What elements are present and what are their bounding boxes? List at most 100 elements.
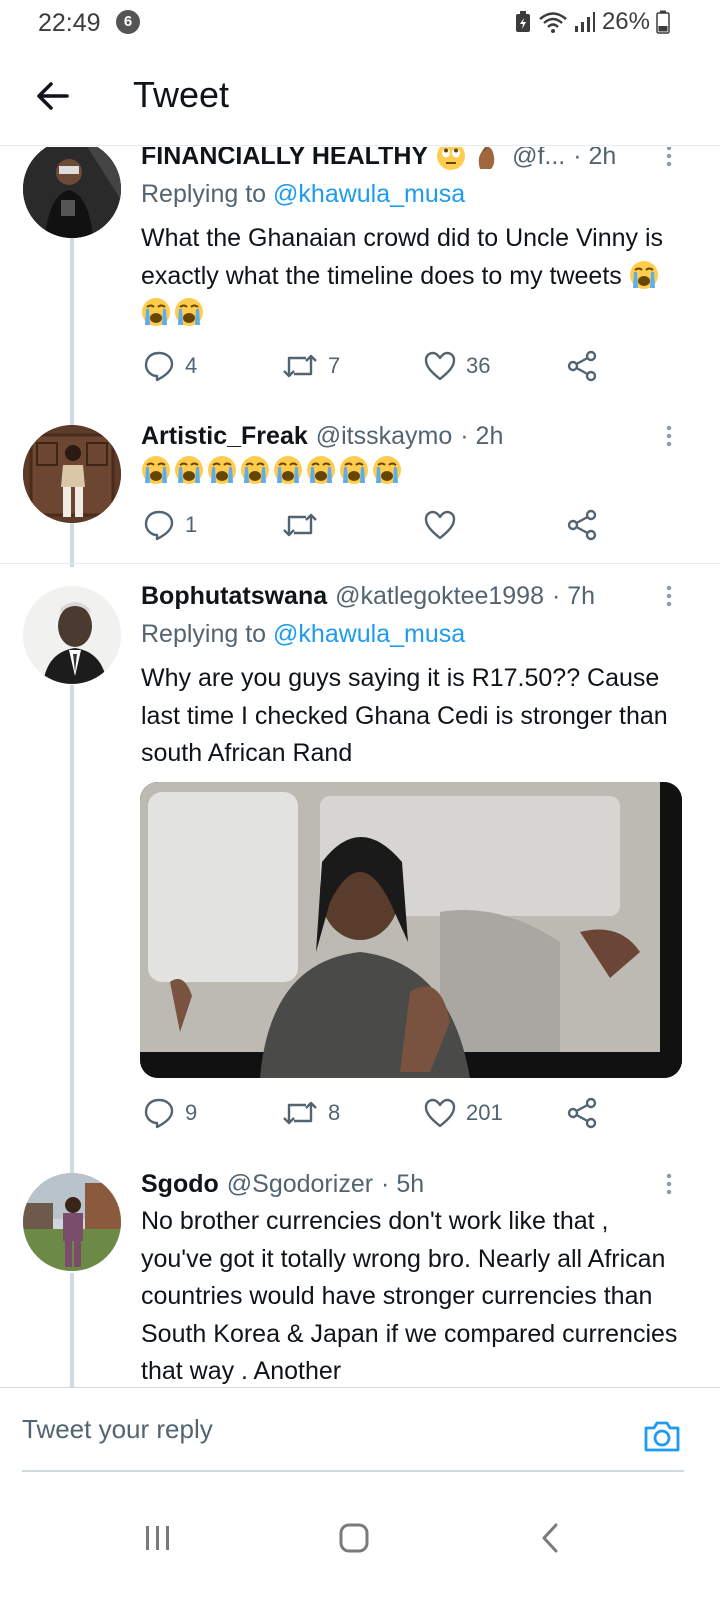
- heart-icon: [424, 1098, 456, 1128]
- handle[interactable]: @katlegoktee1998: [335, 582, 544, 611]
- loudly-crying-emoji-icon: [340, 456, 368, 484]
- share-button[interactable]: [566, 1093, 598, 1133]
- home-button[interactable]: [324, 1508, 384, 1568]
- home-icon: [339, 1523, 369, 1553]
- loudly-crying-emoji-icon: [142, 298, 170, 326]
- signal-icon: [574, 11, 596, 33]
- display-name[interactable]: FINANCIALLY HEALTHY: [141, 147, 428, 171]
- loudly-crying-emoji-icon: [274, 456, 302, 484]
- tweet-header: Artistic_Freak @itsskaymo · 2h: [141, 418, 503, 454]
- reply-count: 1: [185, 512, 198, 537]
- tweet-actions: 9 8 201: [141, 1093, 611, 1133]
- share-button[interactable]: [566, 346, 598, 386]
- name-emojis: [436, 147, 504, 171]
- retweet-icon: [283, 1101, 317, 1125]
- system-back-button[interactable]: [520, 1508, 580, 1568]
- notification-count-badge: 6: [116, 10, 140, 34]
- mention-link[interactable]: @khawula_musa: [273, 180, 465, 208]
- tweet-actions: 4 7 36: [141, 346, 611, 386]
- status-bar: 22:49 6 26%: [0, 0, 720, 46]
- display-name[interactable]: Artistic_Freak: [141, 422, 308, 451]
- timestamp: · 7h: [552, 581, 596, 610]
- retweet-button[interactable]: 8: [282, 1093, 340, 1133]
- avatar[interactable]: [23, 586, 121, 684]
- more-vertical-icon: [666, 1173, 672, 1195]
- retweet-button[interactable]: [282, 505, 328, 545]
- reply-count: 4: [185, 353, 198, 378]
- loudly-crying-emoji-icon: [142, 456, 170, 484]
- handle[interactable]: @itsskaymo: [316, 422, 453, 451]
- retweet-button[interactable]: 7: [282, 346, 340, 386]
- thread-divider: [0, 563, 720, 564]
- recent-apps-icon: [146, 1526, 169, 1550]
- camera-button[interactable]: [642, 1416, 682, 1456]
- replies-feed[interactable]: FINANCIALLY HEALTHY @f... · 2h Replying …: [0, 147, 720, 1387]
- handle[interactable]: @f...: [512, 147, 565, 171]
- eye-roll-emoji-icon: [437, 147, 466, 170]
- thread-line: [70, 1273, 74, 1387]
- more-options-button[interactable]: [654, 578, 684, 614]
- more-options-button[interactable]: [654, 418, 684, 454]
- back-button[interactable]: [26, 74, 78, 118]
- system-nav-bar: [0, 1480, 720, 1600]
- loudly-crying-emoji-icon: [175, 456, 203, 484]
- display-name[interactable]: Bophutatswana: [141, 582, 327, 611]
- reply-icon: [144, 351, 174, 382]
- more-options-button[interactable]: [654, 1166, 684, 1202]
- battery-saver-icon: [514, 10, 532, 34]
- timestamp: · 2h: [460, 421, 504, 450]
- reply-button[interactable]: 1: [143, 505, 197, 545]
- loudly-crying-emoji-icon: [175, 298, 203, 326]
- tweet-header: Bophutatswana @katlegoktee1998 · 7h: [141, 578, 595, 614]
- loudly-crying-emoji-icon: [373, 456, 401, 484]
- heart-icon: [424, 510, 456, 540]
- app-header: Tweet: [0, 46, 720, 146]
- timestamp: · 2h: [573, 147, 617, 170]
- tweet-text: [141, 453, 686, 491]
- page-title: Tweet: [133, 74, 230, 115]
- retweet-count: 8: [328, 1100, 341, 1125]
- tweet-text: What the Ghanaian crowd did to Uncle Vin…: [141, 220, 686, 333]
- more-vertical-icon: [666, 425, 672, 447]
- replying-prefix: Replying to: [141, 180, 267, 208]
- reply-icon: [144, 1098, 174, 1129]
- reply-button[interactable]: 4: [143, 346, 197, 386]
- replying-to: Replying to @khawula_musa: [141, 180, 465, 209]
- like-button[interactable]: [424, 505, 466, 545]
- avatar[interactable]: [23, 425, 121, 523]
- share-button[interactable]: [566, 505, 598, 545]
- tweet-actions: 1: [141, 505, 611, 545]
- timestamp: · 5h: [381, 1169, 425, 1198]
- avatar[interactable]: [23, 147, 121, 238]
- battery-icon: [656, 10, 670, 34]
- like-button[interactable]: 201: [424, 1093, 503, 1133]
- loudly-crying-emoji-icon: [241, 456, 269, 484]
- pinched-fingers-emoji-icon: [478, 147, 495, 169]
- reply-input[interactable]: Tweet your reply: [22, 1414, 213, 1445]
- reply-button[interactable]: 9: [143, 1093, 197, 1133]
- loudly-crying-emoji-icon: [307, 456, 335, 484]
- crying-emoji-group: [141, 456, 405, 485]
- display-name[interactable]: Sgodo: [141, 1170, 219, 1199]
- camera-icon: [644, 1421, 680, 1452]
- thread-line: [70, 685, 74, 1175]
- reply-underline: [22, 1470, 684, 1472]
- like-button[interactable]: 36: [424, 346, 490, 386]
- more-options-button[interactable]: [654, 147, 684, 174]
- wifi-icon: [538, 10, 568, 34]
- replying-to: Replying to @khawula_musa: [141, 620, 465, 649]
- tweet-text: No brother currencies don't work like th…: [141, 1207, 678, 1385]
- loudly-crying-emoji-icon: [208, 456, 236, 484]
- loudly-crying-emoji-icon: [629, 260, 658, 289]
- like-count: 201: [466, 1100, 503, 1125]
- mention-link[interactable]: @khawula_musa: [273, 620, 465, 648]
- recent-apps-button[interactable]: [128, 1508, 188, 1568]
- share-icon: [567, 1097, 597, 1129]
- reply-count: 9: [185, 1100, 198, 1125]
- handle[interactable]: @Sgodorizer: [227, 1170, 373, 1199]
- tweet-media-image[interactable]: [140, 782, 682, 1078]
- replying-prefix: Replying to: [141, 620, 267, 648]
- retweet-icon: [283, 354, 317, 378]
- avatar[interactable]: [23, 1173, 121, 1271]
- chevron-left-icon: [542, 1523, 558, 1553]
